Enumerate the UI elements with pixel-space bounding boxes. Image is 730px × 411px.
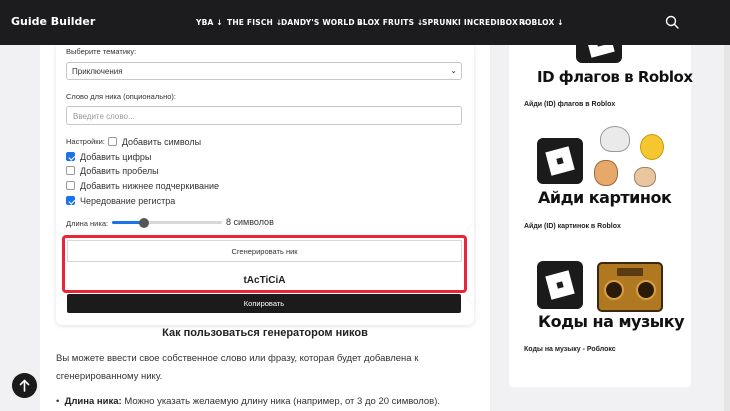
bullet-bold: Длина ника: <box>64 396 122 407</box>
length-slider-thumb[interactable] <box>139 217 150 228</box>
chevron-down-icon: ⌄ <box>450 66 457 75</box>
music-caption[interactable]: Коды на музыку - Роблокс <box>524 346 616 353</box>
underscore-checkbox[interactable] <box>66 181 75 190</box>
word-input-placeholder: Введите слово... <box>73 112 135 121</box>
main-nav: YBA ↓ THE FISCH ↓ DANDY'S WORLD ↓ BLOX F… <box>0 18 730 30</box>
nav-item-dandys-world[interactable]: DANDY'S WORLD ↓ <box>281 18 364 27</box>
nav-item-yba[interactable]: YBA ↓ <box>196 18 223 27</box>
site-header: Guide Builder YBA ↓ THE FISCH ↓ DANDY'S … <box>0 0 730 45</box>
nav-item-blox-fruits[interactable]: BLOX FRUITS ↓ <box>357 18 424 27</box>
anime-character-icon <box>600 126 630 152</box>
nav-item-sprunki-incredibox[interactable]: SPRUNKI INCREDIBOX ↓ <box>422 18 527 27</box>
settings-label: Настройки: <box>66 137 105 146</box>
sidebar <box>509 45 691 387</box>
theme-select[interactable]: Приключения ⌄ <box>66 62 462 80</box>
option-spaces[interactable]: Добавить пробелы <box>66 165 159 176</box>
generate-button[interactable]: Сгенерировать ник <box>67 240 462 262</box>
search-icon[interactable] <box>665 15 679 29</box>
symbols-label: Добавить символы <box>121 136 202 147</box>
alternate-case-label: Чередование регистра <box>80 195 176 206</box>
digits-checkbox[interactable] <box>66 152 75 161</box>
length-slider[interactable] <box>112 217 222 228</box>
word-input[interactable]: Введите слово... <box>66 106 462 125</box>
bullet-text: Можно указать желаемую длину ника (напри… <box>121 396 441 407</box>
face-emoji-icon <box>634 167 656 187</box>
option-underscore[interactable]: Добавить нижнее подчеркивание <box>66 180 219 191</box>
bullet-dot: • <box>56 396 65 407</box>
alternate-case-checkbox[interactable] <box>66 196 75 205</box>
digits-label: Добавить цифры <box>80 151 152 162</box>
symbols-checkbox[interactable] <box>107 137 117 146</box>
underscore-label: Добавить нижнее подчеркивание <box>80 180 220 191</box>
article-heading: Как пользоваться генератором ников <box>162 327 368 339</box>
length-value: 8 символов <box>226 217 274 227</box>
generated-nick: tAcTiCiA <box>67 264 462 289</box>
theme-select-value: Приключения <box>72 67 123 76</box>
face-emoji-icon <box>594 160 618 186</box>
option-digits[interactable]: Добавить цифры <box>66 151 151 162</box>
roblox-logo-icon[interactable] <box>576 45 622 63</box>
nav-item-roblox[interactable]: ROBLOX ↓ <box>519 18 564 27</box>
arrow-up-icon[interactable] <box>12 373 37 398</box>
option-symbols[interactable]: Настройки: Добавить символы <box>66 136 201 147</box>
copy-button[interactable]: Копировать <box>67 294 461 313</box>
roblox-logo-icon[interactable] <box>537 138 583 184</box>
flags-caption[interactable]: Айди (ID) флагов в Roblox <box>524 101 615 108</box>
images-image-title[interactable]: Айди картинок <box>538 188 672 207</box>
roblox-logo-icon[interactable] <box>537 261 583 309</box>
page-scrollbar[interactable] <box>724 45 730 411</box>
spaces-checkbox[interactable] <box>66 166 75 175</box>
article-paragraph: Вы можете ввести свое собственное слово … <box>56 353 419 382</box>
music-image-title[interactable]: Коды на музыку <box>538 312 685 331</box>
word-label: Слово для ника (опционально): <box>66 92 177 101</box>
theme-label: Выберите тематику: <box>66 47 137 56</box>
boombox-icon <box>597 262 663 312</box>
option-alternate-case[interactable]: Чередование регистра <box>66 195 175 206</box>
spaces-label: Добавить пробелы <box>80 165 159 176</box>
flags-image-title[interactable]: ID флагов в Roblox <box>537 68 693 86</box>
smiley-emoji-icon <box>640 134 664 160</box>
images-caption[interactable]: Айди (ID) картинок в Roblox <box>524 223 621 230</box>
nav-item-the-fisch[interactable]: THE FISCH ↓ <box>227 18 282 27</box>
length-label: Длина ника: <box>66 219 109 228</box>
article-bullet: • Длина ника: Можно указать желаемую дли… <box>56 396 440 407</box>
